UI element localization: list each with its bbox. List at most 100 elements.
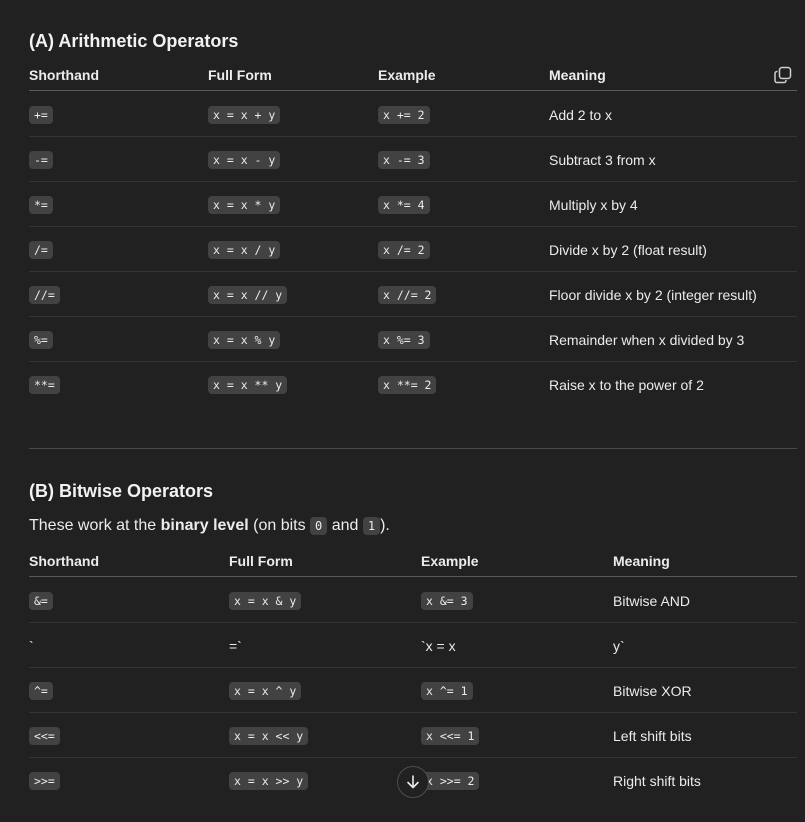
- table-row: += x = x + y x += 2 Add 2 to x: [29, 92, 797, 137]
- shorthand-code: &=: [29, 591, 53, 610]
- shorthand-code: ^=: [29, 681, 53, 700]
- full-form-code: x = x + y: [208, 105, 281, 124]
- meaning-text: Left shift bits: [613, 727, 692, 744]
- shorthand-code: *=: [29, 195, 53, 214]
- shorthand-cell: *=: [29, 182, 53, 227]
- full-form-cell: x = x << y: [229, 713, 309, 758]
- column-header-example: Example: [378, 67, 436, 83]
- section-title-bitwise: (B) Bitwise Operators: [29, 481, 214, 501]
- column-header-meaning: Meaning: [613, 553, 670, 569]
- meaning-cell: Right shift bits: [613, 758, 701, 803]
- shorthand-cell: ^=: [29, 668, 53, 713]
- full-form-cell: x = x ^ y: [229, 668, 302, 713]
- full-form-code: x = x ** y: [208, 375, 288, 394]
- column-header-meaning: Meaning: [549, 67, 606, 83]
- bitwise-intro-text: These work at the binary level (on bits …: [29, 517, 390, 535]
- full-form-cell: x = x % y: [208, 317, 281, 362]
- example-cell: x -= 3: [378, 137, 430, 182]
- meaning-cell: y`: [613, 623, 625, 668]
- intro-text-mid: (on bits: [248, 517, 311, 534]
- scroll-to-bottom-button[interactable]: [397, 766, 429, 798]
- example-cell: x //= 2: [378, 272, 437, 317]
- shorthand-code: %=: [29, 330, 53, 349]
- shorthand-cell: -=: [29, 137, 53, 182]
- example-text: `x = x: [421, 637, 456, 654]
- example-code: x //= 2: [378, 285, 437, 304]
- table-row: ^= x = x ^ y x ^= 1 Bitwise XOR: [29, 668, 797, 713]
- full-form-cell: x = x ** y: [208, 362, 288, 407]
- column-header-example: Example: [421, 553, 479, 569]
- shorthand-cell: //=: [29, 272, 60, 317]
- meaning-text: Remainder when x divided by 3: [549, 331, 745, 348]
- meaning-cell: Bitwise AND: [613, 578, 690, 623]
- meaning-text: Raise x to the power of 2: [549, 376, 704, 393]
- column-header-shorthand: Shorthand: [29, 553, 99, 569]
- full-form-code: x = x & y: [229, 591, 302, 610]
- table-row: -= x = x - y x -= 3 Subtract 3 from x: [29, 137, 797, 182]
- shorthand-cell: >>=: [29, 758, 60, 803]
- arithmetic-table-header: Shorthand Full Form Example Meaning: [29, 59, 797, 91]
- example-cell: x *= 4: [378, 182, 430, 227]
- example-code: x *= 4: [378, 195, 430, 214]
- meaning-cell: Add 2 to x: [549, 92, 612, 137]
- example-code: x %= 3: [378, 330, 430, 349]
- meaning-text: Bitwise XOR: [613, 682, 692, 699]
- meaning-text: Bitwise AND: [613, 592, 691, 609]
- shorthand-code: <<=: [29, 726, 60, 745]
- column-header-full-form: Full Form: [208, 67, 272, 83]
- shorthand-cell: `: [29, 623, 34, 668]
- shorthand-text: `: [29, 637, 34, 654]
- example-code: x /= 2: [378, 240, 430, 259]
- table-row: *= x = x * y x *= 4 Multiply x by 4: [29, 182, 797, 227]
- full-form-code: x = x ^ y: [229, 681, 302, 700]
- meaning-cell: Left shift bits: [613, 713, 692, 758]
- copy-icon: [774, 66, 792, 84]
- meaning-text: Divide x by 2 (float result): [549, 241, 707, 258]
- full-form-cell: x = x + y: [208, 92, 281, 137]
- example-cell: x ^= 1: [421, 668, 473, 713]
- full-form-code: x = x - y: [208, 150, 281, 169]
- column-header-full-form: Full Form: [229, 553, 293, 569]
- full-form-cell: x = x >> y: [229, 758, 309, 803]
- shorthand-cell: &=: [29, 578, 53, 623]
- meaning-cell: Remainder when x divided by 3: [549, 317, 744, 362]
- shorthand-code: /=: [29, 240, 53, 259]
- example-code: x <<= 1: [421, 726, 480, 745]
- shorthand-code: >>=: [29, 771, 60, 790]
- meaning-cell: Raise x to the power of 2: [549, 362, 704, 407]
- intro-text-and: and: [327, 517, 363, 534]
- full-form-code: x = x * y: [208, 195, 281, 214]
- example-cell: x >>= 2: [421, 758, 480, 803]
- example-cell: `x = x: [421, 623, 456, 668]
- shorthand-cell: **=: [29, 362, 60, 407]
- example-cell: x <<= 1: [421, 713, 480, 758]
- meaning-cell: Divide x by 2 (float result): [549, 227, 707, 272]
- intro-code-bit1: 1: [362, 517, 381, 535]
- table-row: /= x = x / y x /= 2 Divide x by 2 (float re…: [29, 227, 797, 272]
- example-code: x >>= 2: [421, 771, 480, 790]
- shorthand-code: //=: [29, 285, 60, 304]
- intro-text-bold: binary level: [160, 517, 249, 534]
- copy-table-button[interactable]: [774, 66, 792, 84]
- table-row: //= x = x // y x //= 2 Floor divide x by 2 …: [29, 272, 797, 317]
- intro-text-suffix: ).: [380, 517, 390, 534]
- full-form-code: x = x % y: [208, 330, 281, 349]
- shorthand-cell: %=: [29, 317, 53, 362]
- example-cell: x %= 3: [378, 317, 430, 362]
- full-form-cell: x = x - y: [208, 137, 281, 182]
- meaning-cell: Subtract 3 from x: [549, 137, 656, 182]
- example-code: x += 2: [378, 105, 430, 124]
- full-form-cell: x = x * y: [208, 182, 281, 227]
- example-code: x -= 3: [378, 150, 430, 169]
- full-form-code: x = x << y: [229, 726, 309, 745]
- meaning-cell: Floor divide x by 2 (integer result): [549, 272, 757, 317]
- full-form-code: x = x // y: [208, 285, 288, 304]
- intro-code-bit0: 0: [310, 517, 328, 535]
- table-row: &= x = x & y x &= 3 Bitwise AND: [29, 578, 797, 623]
- meaning-text: Multiply x by 4: [549, 196, 638, 213]
- meaning-text: Right shift bits: [613, 772, 701, 789]
- shorthand-code: +=: [29, 105, 53, 124]
- full-form-text: =`: [229, 637, 242, 654]
- example-cell: x /= 2: [378, 227, 430, 272]
- meaning-text: Subtract 3 from x: [549, 151, 656, 168]
